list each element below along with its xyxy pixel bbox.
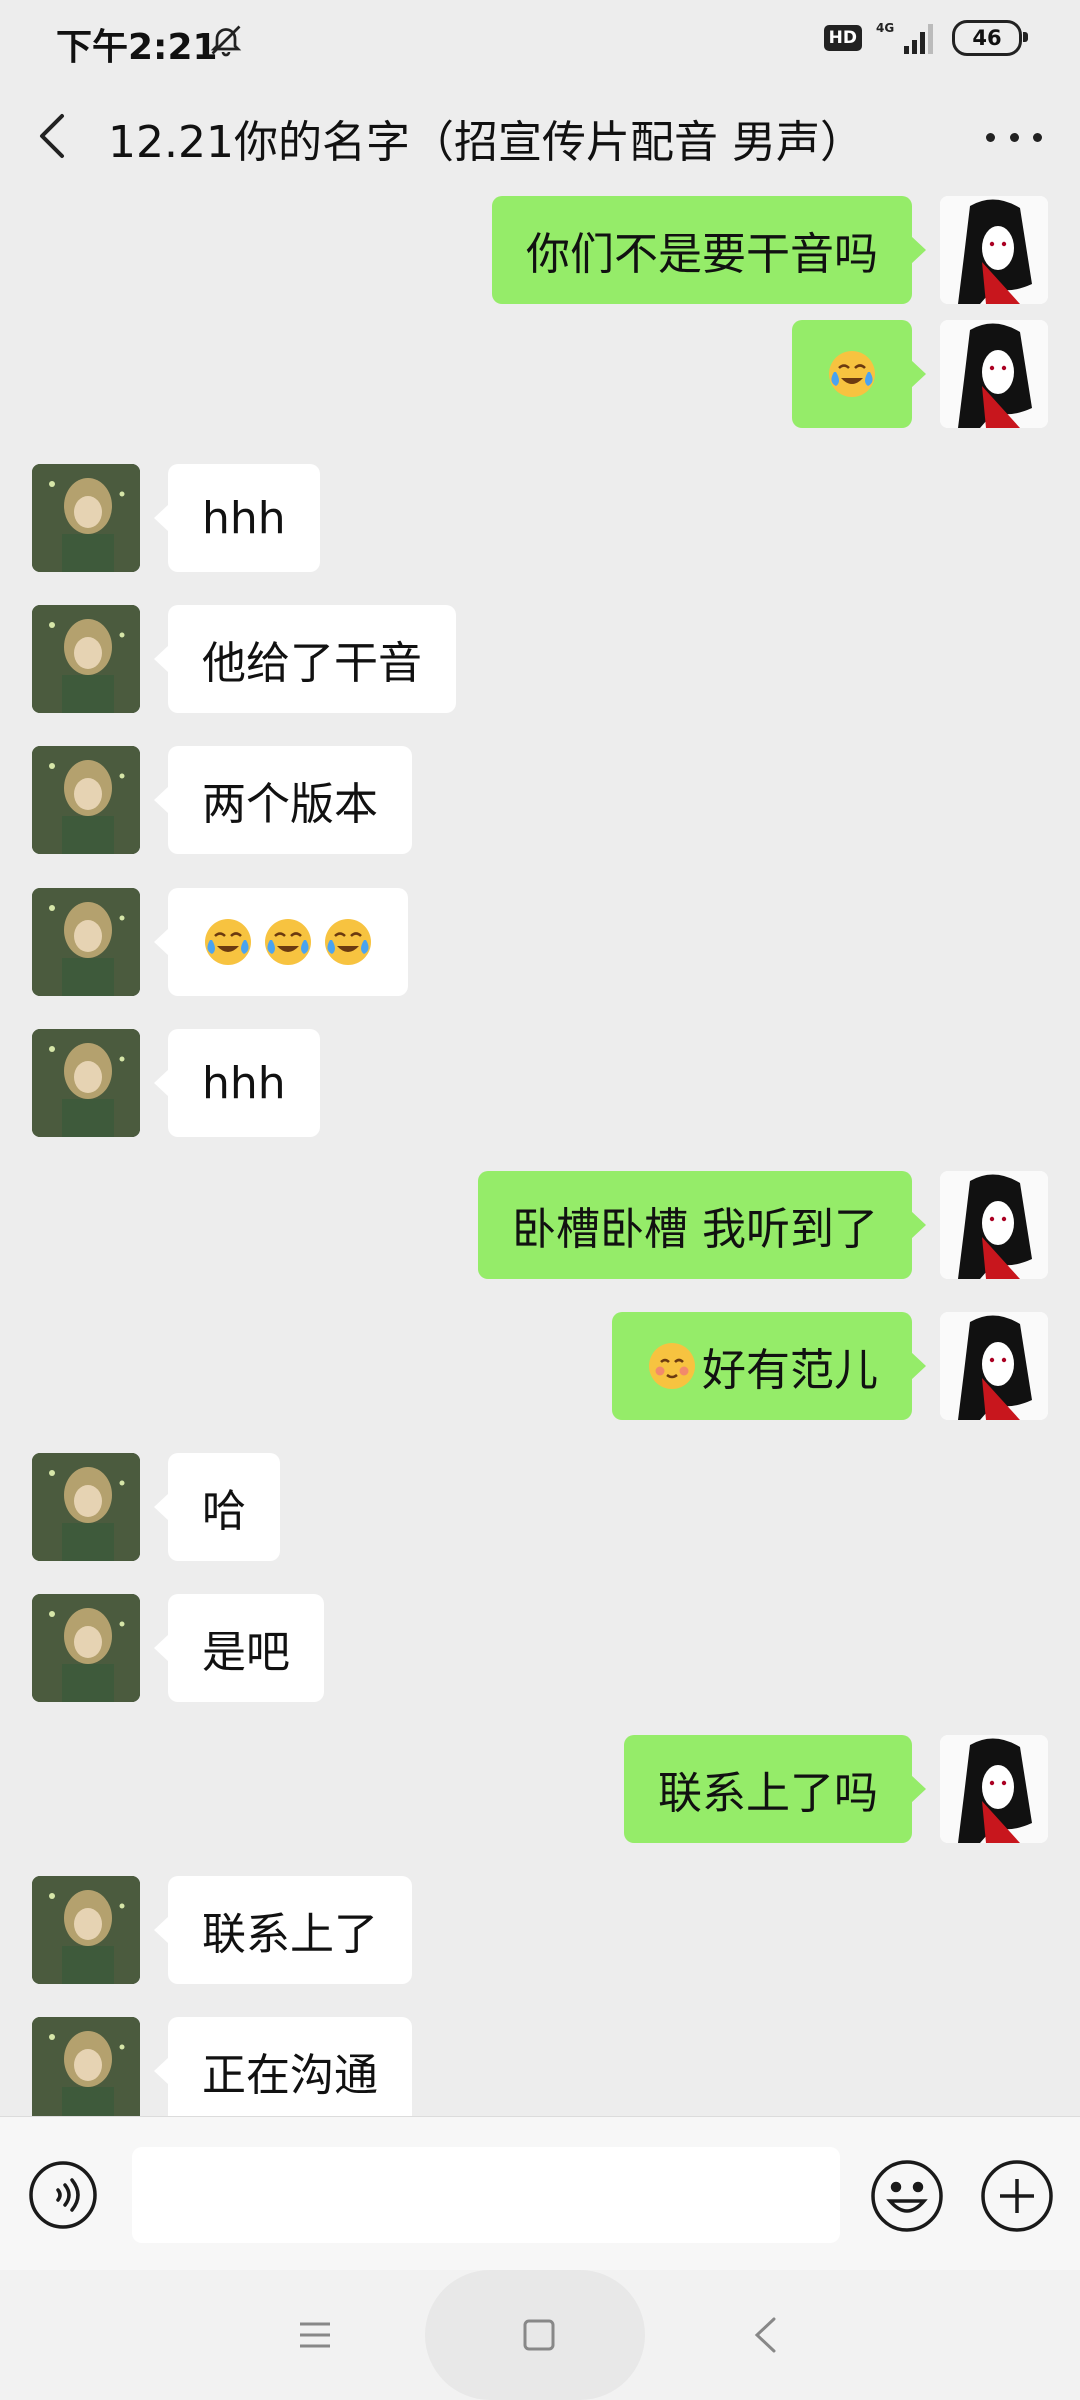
message-row: 好有范儿: [0, 1312, 1080, 1422]
voice-icon[interactable]: [28, 2160, 98, 2230]
my-avatar[interactable]: [940, 196, 1048, 304]
message-bubble[interactable]: hhh: [154, 1029, 320, 1137]
chat-title: 12.21你的名字（招宣传片配音 男声）: [108, 117, 864, 168]
chat-header: 12.21你的名字（招宣传片配音 男声）: [0, 80, 1080, 192]
system-nav-bar: [0, 2270, 1080, 2400]
message-row: 哈: [0, 1453, 1080, 1563]
contact-avatar[interactable]: [32, 2017, 140, 2116]
message-row: hhh: [0, 464, 1080, 574]
contact-avatar[interactable]: [32, 1029, 140, 1137]
my-avatar[interactable]: [940, 1171, 1048, 1279]
message-bubble[interactable]: 卧槽卧槽 我听到了: [478, 1171, 926, 1279]
message-text: 卧槽卧槽 我听到了: [512, 1204, 878, 1255]
message-text: 你们不是要干音吗: [526, 229, 878, 280]
my-avatar[interactable]: [940, 320, 1048, 428]
message-row: [0, 320, 1080, 430]
chat-input-bar: [0, 2116, 1080, 2271]
message-row: 你们不是要干音吗: [0, 196, 1080, 306]
blushing-smile-emoji-icon: [649, 1343, 695, 1389]
message-text: 哈: [202, 1486, 246, 1537]
message-list[interactable]: 你们不是要干音吗 hhh 他给了干音 两个版本 hhh 卧槽卧槽 我听到了 好有…: [0, 192, 1080, 2116]
contact-avatar[interactable]: [32, 1453, 140, 1561]
message-bubble[interactable]: 两个版本: [154, 746, 412, 854]
message-text: 两个版本: [202, 779, 378, 830]
battery-level: 46: [972, 26, 1002, 50]
crying-laughing-emoji-icon: [205, 919, 251, 965]
crying-laughing-emoji-icon: [829, 351, 875, 397]
contact-avatar[interactable]: [32, 1594, 140, 1702]
signal-4g-icon: 4G: [876, 21, 933, 54]
contact-avatar[interactable]: [32, 605, 140, 713]
message-bubble[interactable]: 是吧: [154, 1594, 324, 1702]
message-row: [0, 888, 1080, 998]
more-options-icon[interactable]: [986, 122, 1042, 152]
message-bubble[interactable]: [154, 888, 408, 996]
message-row: 是吧: [0, 1594, 1080, 1704]
crying-laughing-emoji-icon: [325, 919, 371, 965]
message-input[interactable]: [132, 2147, 840, 2243]
message-bubble[interactable]: 他给了干音: [154, 605, 456, 713]
recent-apps-icon[interactable]: [298, 2318, 332, 2352]
message-bubble[interactable]: hhh: [154, 464, 320, 572]
message-text: 好有范儿: [702, 1345, 878, 1396]
contact-avatar[interactable]: [32, 1876, 140, 1984]
back-arrow-icon[interactable]: [32, 110, 74, 162]
home-icon[interactable]: [522, 2318, 556, 2352]
message-text: 正在沟通: [202, 2050, 378, 2101]
contact-avatar[interactable]: [32, 888, 140, 996]
message-row: hhh: [0, 1029, 1080, 1139]
message-row: 正在沟通: [0, 2017, 1080, 2116]
smiley-icon[interactable]: [870, 2159, 944, 2233]
crying-laughing-emoji-icon: [265, 919, 311, 965]
contact-avatar[interactable]: [32, 746, 140, 854]
status-bar: 下午2:21 HD 4G 46: [0, 0, 1080, 80]
my-avatar[interactable]: [940, 1735, 1048, 1843]
message-bubble[interactable]: [792, 320, 926, 428]
message-bubble[interactable]: 联系上了: [154, 1876, 412, 1984]
contact-avatar[interactable]: [32, 464, 140, 572]
message-bubble[interactable]: 正在沟通: [154, 2017, 412, 2116]
message-text: 联系上了: [202, 1909, 378, 1960]
message-text: 他给了干音: [202, 638, 422, 689]
my-avatar[interactable]: [940, 1312, 1048, 1420]
back-nav-icon[interactable]: [752, 2316, 778, 2354]
message-row: 两个版本: [0, 746, 1080, 856]
message-text: 联系上了吗: [658, 1768, 878, 1819]
hd-badge: HD: [823, 25, 862, 51]
message-row: 卧槽卧槽 我听到了: [0, 1171, 1080, 1281]
message-row: 联系上了吗: [0, 1735, 1080, 1845]
message-bubble[interactable]: 联系上了吗: [624, 1735, 926, 1843]
svg-text:4G: 4G: [876, 21, 894, 35]
bell-muted-icon: [210, 25, 242, 57]
message-bubble[interactable]: 好有范儿: [612, 1312, 926, 1420]
message-bubble[interactable]: 哈: [154, 1453, 280, 1561]
plus-icon[interactable]: [980, 2159, 1054, 2233]
message-row: 他给了干音: [0, 605, 1080, 715]
message-text: hhh: [202, 1057, 286, 1109]
battery-indicator: 46: [952, 20, 1028, 56]
message-text: 是吧: [202, 1627, 290, 1678]
message-row: 联系上了: [0, 1876, 1080, 1986]
message-bubble[interactable]: 你们不是要干音吗: [492, 196, 926, 304]
status-time: 下午2:21: [56, 27, 218, 68]
message-text: hhh: [202, 492, 286, 544]
